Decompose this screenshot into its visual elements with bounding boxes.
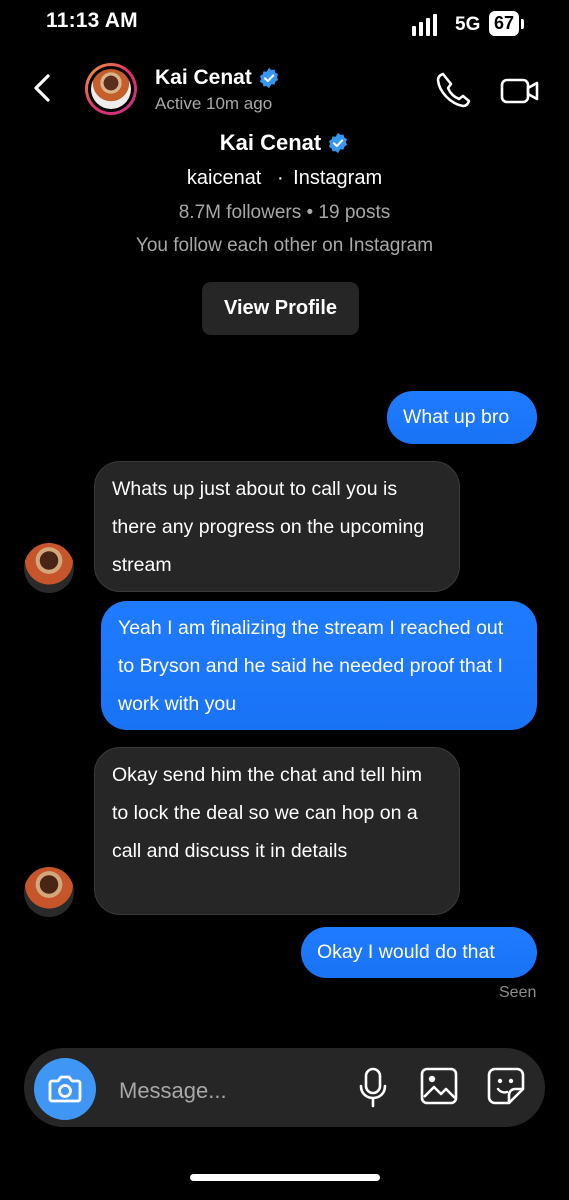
message-received[interactable]: Whats up just about to call you is there…: [94, 461, 460, 592]
battery-indicator: 67: [489, 11, 519, 36]
verified-badge-icon: [259, 67, 278, 89]
message-sent[interactable]: Yeah I am finalizing the stream I reache…: [101, 601, 537, 730]
status-time: 11:13 AM: [46, 9, 138, 32]
battery-tip: [521, 19, 524, 29]
avatar-border: [88, 66, 134, 112]
message-sent[interactable]: Okay I would do that: [301, 927, 537, 978]
header-contact-name[interactable]: Kai Cenat: [155, 66, 280, 90]
profile-separator: ·: [276, 167, 284, 189]
sender-avatar[interactable]: [24, 867, 74, 917]
message-input[interactable]: [117, 1072, 341, 1110]
seen-label: Seen: [499, 984, 537, 1001]
profile-platform: Instagram: [293, 167, 383, 189]
back-arrow-icon[interactable]: [28, 68, 58, 108]
camera-button[interactable]: [34, 1058, 96, 1120]
signal-icon: [412, 14, 437, 36]
profile-mutual-follow: You follow each other on Instagram: [135, 235, 434, 256]
profile-username-platform: kaicenat · Instagram: [0, 167, 569, 190]
camera-icon: [48, 1075, 82, 1103]
sticker-icon[interactable]: [486, 1066, 526, 1106]
sender-avatar[interactable]: [24, 543, 74, 593]
avatar-image: [91, 69, 131, 109]
profile-stats: 8.7M followers • 19 posts: [178, 202, 391, 223]
home-indicator[interactable]: [190, 1174, 380, 1181]
header-avatar[interactable]: [85, 63, 137, 115]
verified-badge-icon: [329, 132, 348, 154]
microphone-icon[interactable]: [357, 1066, 389, 1110]
profile-name-text: Kai Cenat: [219, 130, 322, 155]
message-received[interactable]: Okay send him the chat and tell him to l…: [94, 747, 460, 915]
gallery-icon[interactable]: [419, 1066, 459, 1106]
active-status: Active 10m ago: [155, 94, 273, 113]
profile-username: kaicenat: [186, 167, 262, 189]
message-sent[interactable]: What up bro: [387, 391, 537, 444]
view-profile-button[interactable]: View Profile: [202, 282, 359, 335]
video-camera-icon[interactable]: [499, 75, 541, 107]
network-type: 5G: [455, 14, 481, 35]
header-name-text: Kai Cenat: [155, 66, 252, 89]
phone-icon[interactable]: [434, 70, 472, 110]
profile-name: Kai Cenat: [0, 130, 569, 156]
